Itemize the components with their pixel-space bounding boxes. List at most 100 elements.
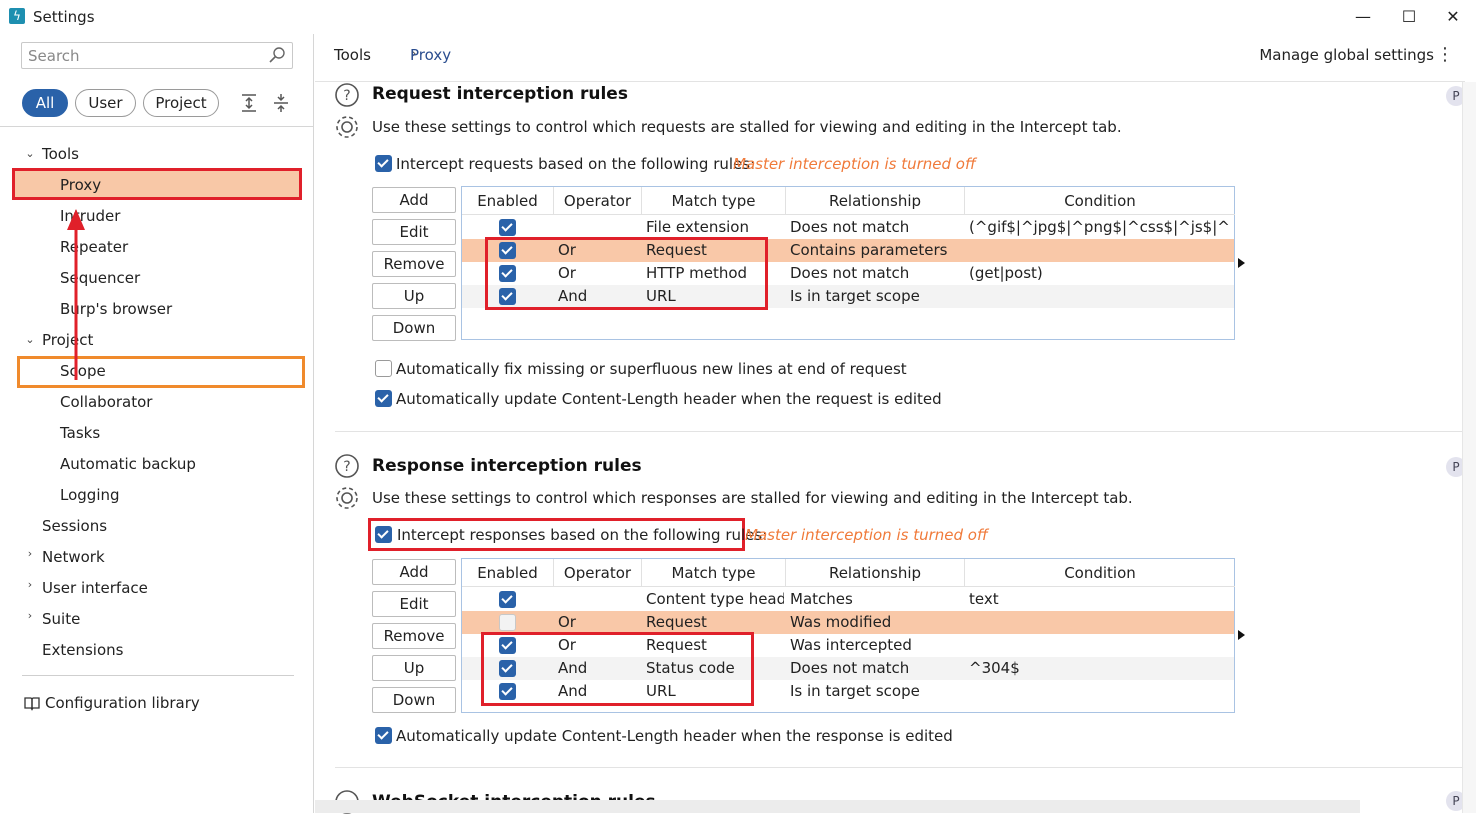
intercept-responses-label: Intercept responses based on the followi…	[397, 526, 768, 544]
burp-logo-icon: ϟ	[9, 8, 25, 24]
edit-request-rule-button[interactable]: Edit	[372, 219, 456, 245]
rule-match-type: Content type head...	[646, 590, 784, 608]
title-bar: ϟ Settings — ☐ ✕	[0, 0, 1476, 34]
table-row[interactable]: Content type head... Matches text	[462, 588, 1234, 611]
column-header-relationship[interactable]: Relationship	[786, 559, 965, 587]
expand-all-icon[interactable]	[238, 92, 260, 114]
response-section-description: Use these settings to control which resp…	[372, 489, 1133, 507]
window-title: Settings	[33, 8, 95, 26]
search-icon	[269, 47, 285, 63]
rule-enabled-checkbox[interactable]	[499, 219, 516, 236]
add-response-rule-button[interactable]: Add	[372, 559, 456, 585]
user-interface-collapsed-chevron-icon[interactable]: ›	[24, 578, 36, 591]
column-header-enabled[interactable]: Enabled	[462, 187, 554, 215]
add-request-rule-button[interactable]: Add	[372, 187, 456, 213]
selected-row-pointer-icon	[1238, 630, 1245, 640]
intercept-requests-checkbox[interactable]	[375, 155, 392, 172]
fix-newlines-checkbox[interactable]	[375, 360, 392, 377]
response-section-title: Response interception rules	[372, 456, 642, 476]
sidebar-item-automatic-backup[interactable]: Automatic backup	[60, 452, 196, 476]
suite-collapsed-chevron-icon[interactable]: ›	[24, 609, 36, 622]
gear-icon[interactable]	[334, 485, 360, 511]
rule-operator	[558, 588, 638, 611]
remove-request-rule-button[interactable]: Remove	[372, 251, 456, 277]
rule-relationship: Is in target scope	[790, 682, 920, 700]
rule-condition: (get|post)	[969, 264, 1043, 282]
column-header-condition[interactable]: Condition	[965, 187, 1235, 215]
sidebar-item-sessions[interactable]: Sessions	[42, 514, 107, 538]
rule-condition	[969, 680, 1231, 703]
intercept-requests-label: Intercept requests based on the followin…	[396, 155, 756, 173]
horizontal-scrollbar[interactable]	[315, 800, 1360, 813]
rule-condition: (^gif$|^jpg$|^png$|^css$|^js$|^ico...	[969, 218, 1231, 236]
column-header-relationship[interactable]: Relationship	[786, 187, 965, 215]
rule-relationship: Does not match	[790, 659, 910, 677]
search-input[interactable]: Search	[21, 42, 293, 69]
rule-condition	[969, 239, 1231, 262]
filter-user-button[interactable]: User	[75, 89, 136, 117]
up-response-rule-button[interactable]: Up	[372, 655, 456, 681]
rule-relationship: Was modified	[790, 613, 892, 631]
sidebar-item-extensions[interactable]: Extensions	[42, 638, 123, 662]
arrow-annotation	[67, 209, 85, 380]
table-row[interactable]: Or Request Was modified	[462, 611, 1234, 634]
master-interception-warning: Master interception is turned off	[733, 155, 976, 173]
selected-row-pointer-icon	[1238, 258, 1245, 268]
help-icon[interactable]: ?	[334, 453, 360, 479]
down-response-rule-button[interactable]: Down	[372, 687, 456, 713]
section-divider	[335, 431, 1465, 432]
sidebar-item-collaborator[interactable]: Collaborator	[60, 390, 152, 414]
tools-expanded-chevron-icon[interactable]: ⌄	[24, 147, 36, 160]
sidebar-item-suite[interactable]: Suite	[42, 607, 80, 631]
remove-response-rule-button[interactable]: Remove	[372, 623, 456, 649]
column-header-match-type[interactable]: Match type	[642, 559, 786, 587]
sidebar-item-user-interface[interactable]: User interface	[42, 576, 148, 600]
proxy-highlight-annotation	[12, 168, 302, 200]
master-interception-warning: Master interception is turned off	[745, 526, 988, 544]
filter-all-button[interactable]: All	[22, 89, 68, 117]
table-row[interactable]: File extension Does not match (^gif$|^jp…	[462, 216, 1234, 239]
rule-condition	[969, 285, 1231, 308]
rule-relationship: Is in target scope	[790, 287, 920, 305]
sidebar-item-logging[interactable]: Logging	[60, 483, 120, 507]
section-divider	[335, 767, 1465, 768]
maximize-button[interactable]: ☐	[1389, 4, 1429, 30]
sidebar-item-proxy[interactable]: Proxy	[60, 173, 101, 197]
rule-operator	[558, 216, 638, 239]
sidebar-item-tools[interactable]: Tools	[42, 142, 79, 166]
request-rows-highlight-annotation	[485, 237, 768, 310]
help-icon[interactable]: ?	[334, 82, 360, 108]
vertical-scrollbar[interactable]	[1462, 82, 1476, 813]
down-request-rule-button[interactable]: Down	[372, 315, 456, 341]
rule-match-type: Request	[646, 613, 707, 631]
column-header-enabled[interactable]: Enabled	[462, 559, 554, 587]
up-request-rule-button[interactable]: Up	[372, 283, 456, 309]
breadcrumb-tools[interactable]: Tools	[334, 46, 371, 64]
network-collapsed-chevron-icon[interactable]: ›	[24, 547, 36, 560]
column-header-operator[interactable]: Operator	[554, 187, 642, 215]
more-options-icon[interactable]: ⋮	[1436, 44, 1454, 65]
breadcrumb-proxy: Proxy	[410, 46, 452, 64]
column-header-operator[interactable]: Operator	[554, 559, 642, 587]
minimize-button[interactable]: —	[1343, 4, 1383, 30]
rule-enabled-checkbox[interactable]	[499, 591, 516, 608]
rule-enabled-checkbox[interactable]	[499, 614, 516, 631]
column-header-match-type[interactable]: Match type	[642, 187, 786, 215]
close-button[interactable]: ✕	[1433, 4, 1473, 30]
configuration-library-link[interactable]: Configuration library	[45, 691, 200, 715]
manage-global-settings-link[interactable]: Manage global settings	[1259, 46, 1434, 64]
sidebar-bottom-divider	[22, 675, 294, 676]
edit-response-rule-button[interactable]: Edit	[372, 591, 456, 617]
update-request-content-length-checkbox[interactable]	[375, 390, 392, 407]
intercept-responses-checkbox[interactable]	[375, 526, 392, 543]
column-header-condition[interactable]: Condition	[965, 559, 1235, 587]
gear-icon[interactable]	[334, 114, 360, 140]
collapse-all-icon[interactable]	[270, 92, 292, 114]
search-placeholder: Search	[28, 47, 80, 65]
sidebar-item-network[interactable]: Network	[42, 545, 105, 569]
filter-project-button[interactable]: Project	[143, 89, 219, 117]
rule-condition: ^304$	[969, 659, 1020, 677]
sidebar-item-tasks[interactable]: Tasks	[60, 421, 100, 445]
project-expanded-chevron-icon[interactable]: ⌄	[24, 333, 36, 346]
update-response-content-length-checkbox[interactable]	[375, 727, 392, 744]
